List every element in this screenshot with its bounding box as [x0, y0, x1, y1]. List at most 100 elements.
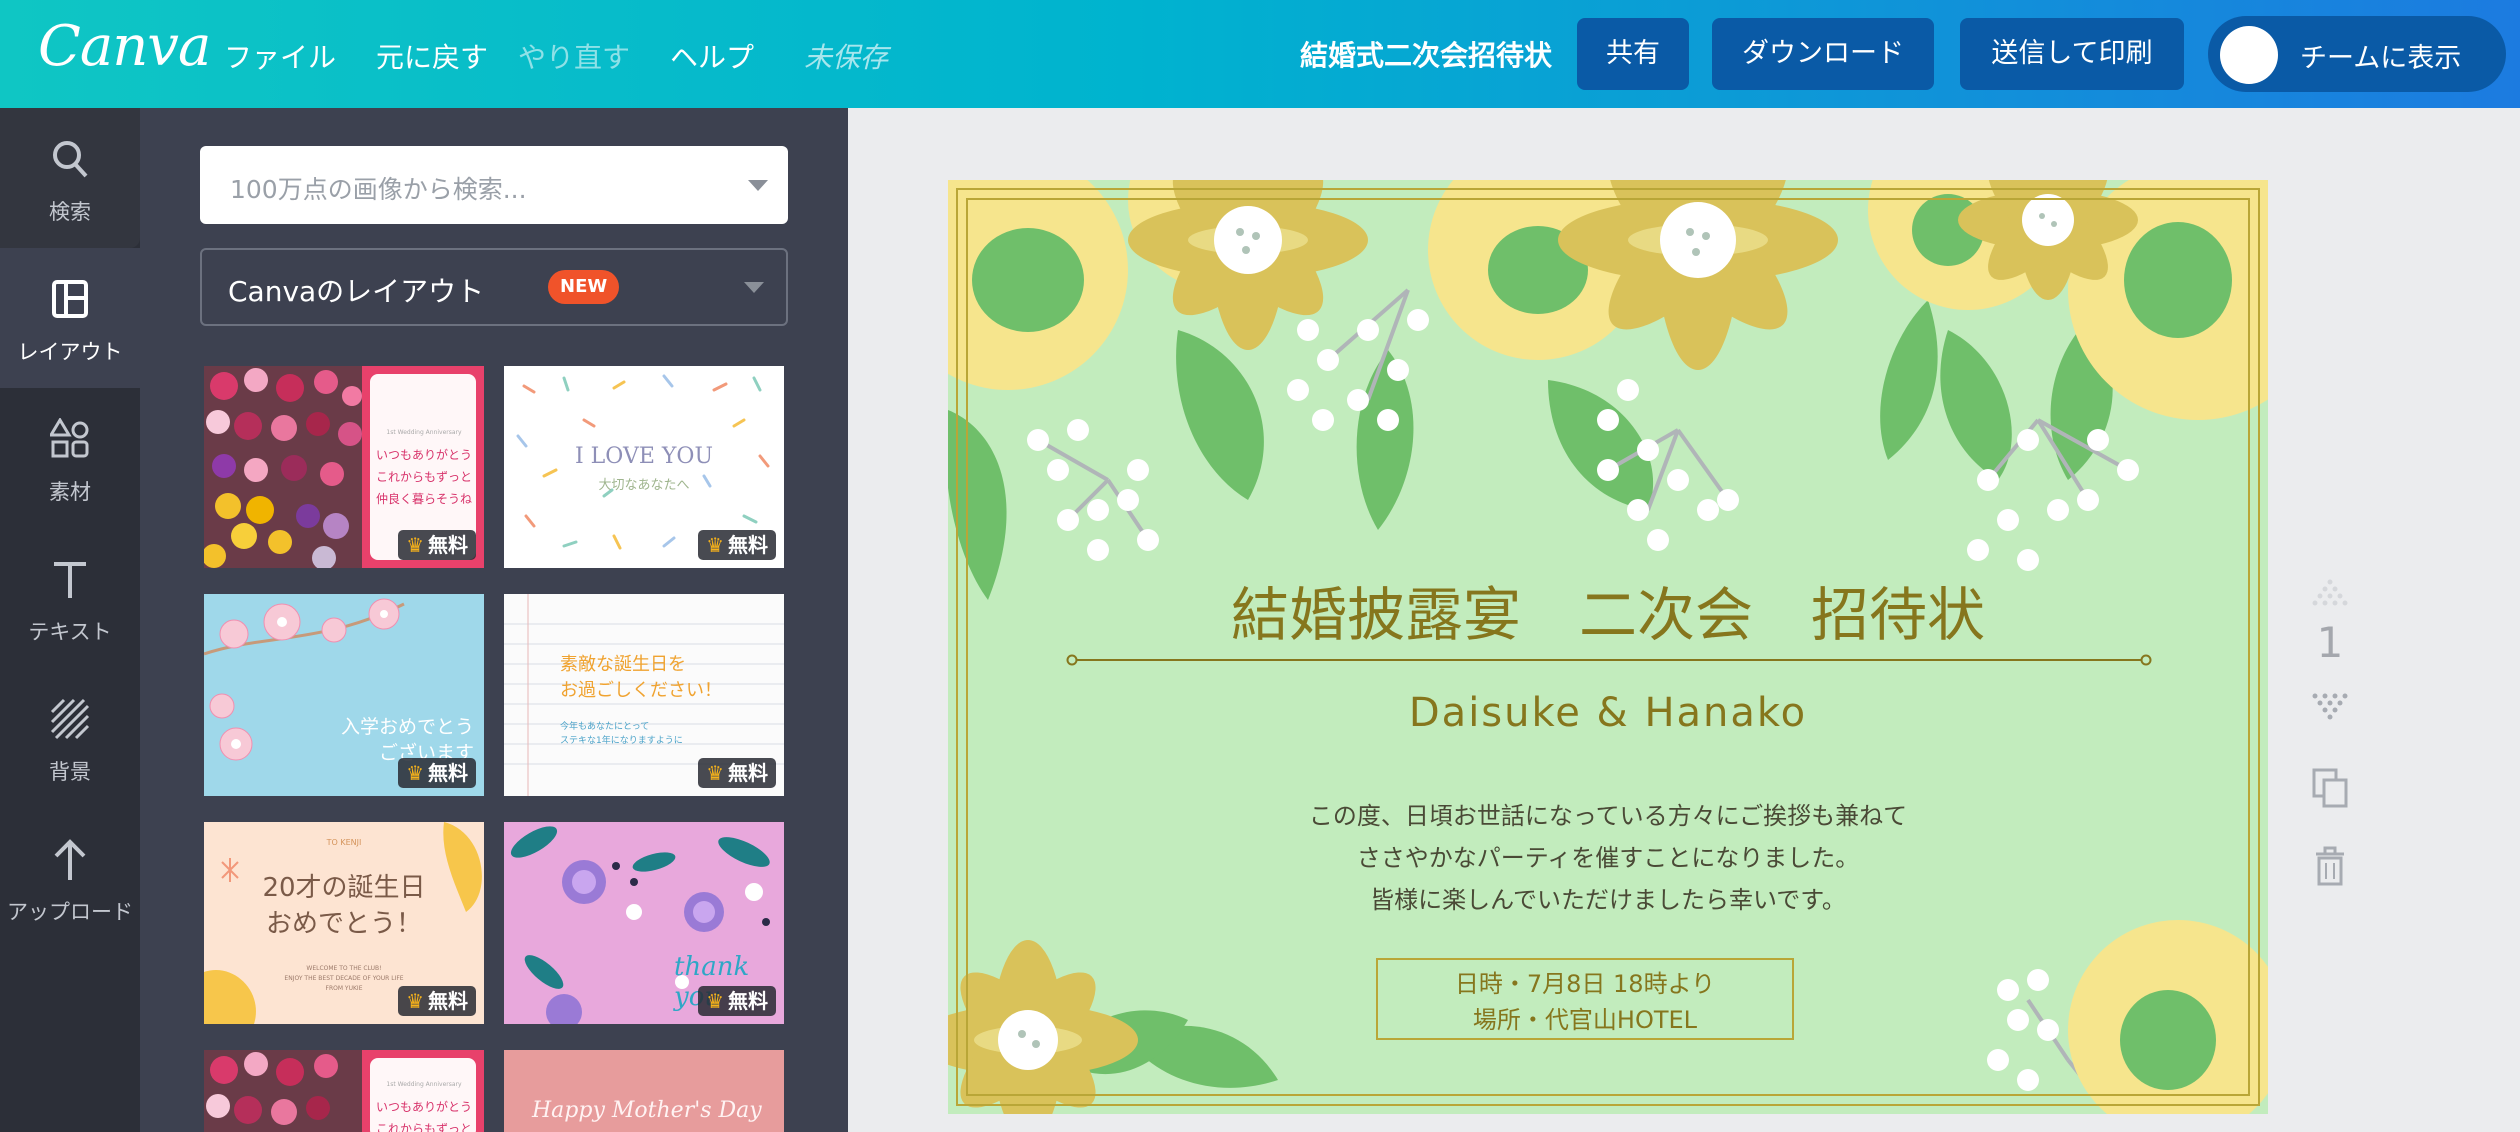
template-text-line: 仲良く暮らそうね	[375, 492, 472, 506]
sidebar-item-label: アップロード	[7, 900, 133, 924]
template-text-line: いつもありがとう	[375, 1100, 472, 1114]
crown-icon: ♛	[406, 989, 424, 1013]
free-label: 無料	[728, 533, 768, 557]
template-text-line: 今年もあなたにとって	[560, 722, 650, 732]
template-thumbnail[interactable]: 素敵な誕生日を お過ごしください！ 今年もあなたにとって ステキな1年になります…	[504, 594, 784, 796]
event-info-box[interactable]: 日時・7月8日 18時より 場所・代官山HOTEL	[1376, 958, 1794, 1040]
invitation-card[interactable]: 結婚披露宴 二次会 招待状 Daisuke & Hanako この度、日頃お世話…	[948, 180, 2268, 1114]
upload-icon	[54, 839, 86, 880]
free-label: 無料	[728, 761, 768, 785]
crown-icon: ♛	[406, 761, 424, 785]
free-badge: ♛ 無料	[698, 530, 776, 560]
template-text-line: おめでとう！	[265, 909, 422, 939]
menu-file[interactable]: ファイル	[224, 36, 336, 76]
delete-page-icon[interactable]	[2314, 846, 2346, 886]
layout-icon	[52, 280, 88, 318]
sidebar-item-layout[interactable]: レイアウト	[0, 248, 140, 388]
free-label: 無料	[428, 761, 468, 785]
elements-icon	[50, 418, 89, 458]
template-text-line: これからもずっと	[375, 1122, 472, 1132]
crown-icon: ♛	[706, 989, 724, 1013]
title-divider	[1066, 654, 2152, 666]
card-title[interactable]: 結婚披露宴 二次会 招待状	[948, 568, 2268, 652]
free-label: 無料	[428, 533, 468, 557]
template-text-line: いつもありがとう	[375, 448, 472, 462]
document-title[interactable]: 結婚式二次会招待状	[1300, 34, 1552, 74]
sidebar-item-text[interactable]: テキスト	[0, 528, 140, 668]
layout-category-select[interactable]: Canvaのレイアウト NEW	[200, 248, 788, 326]
template-text: 今年もあなたにとって ステキな1年になりますように	[560, 720, 683, 748]
toggle-knob	[2220, 26, 2278, 84]
page-up-icon[interactable]	[2310, 578, 2350, 608]
canva-logo[interactable]: Canva	[38, 14, 211, 79]
template-text-line: 20才の誕生日	[262, 873, 426, 903]
card-body-line[interactable]: ささやかなパーティを催すことになりました。	[948, 838, 2268, 873]
sidebar-item-search[interactable]: 検索	[0, 108, 140, 248]
duplicate-page-icon[interactable]	[2312, 768, 2348, 808]
template-text: 20才の誕生日 おめでとう！	[204, 870, 484, 942]
menu-help[interactable]: ヘルプ	[670, 36, 754, 76]
free-badge: ♛ 無料	[398, 530, 476, 560]
event-location: 場所・代官山HOTEL	[1472, 1006, 1698, 1034]
chevron-down-icon[interactable]	[748, 180, 768, 191]
template-text-line: 素敵な誕生日を	[560, 654, 686, 675]
crown-icon: ♛	[706, 533, 724, 557]
sidebar-item-upload[interactable]: アップロード	[0, 808, 140, 948]
template-thumbnail[interactable]: TO KENJI 20才の誕生日 おめでとう！ WELCOME TO THE C…	[204, 822, 484, 1024]
template-text-line: WELCOME TO THE CLUB!	[306, 965, 382, 972]
sidebar-rail: 検索 レイアウト 素材 テキスト 背景 アップロード	[0, 108, 140, 1132]
page-number: 1	[2316, 618, 2344, 667]
editor-canvas-area: 結婚披露宴 二次会 招待状 Daisuke & Hanako この度、日頃お世話…	[848, 108, 2520, 1132]
share-button[interactable]: 共有	[1577, 18, 1689, 90]
background-icon	[50, 698, 90, 740]
template-thumbnail[interactable]: 入学おめでとう ございます ♛ 無料	[204, 594, 484, 796]
sidebar-item-label: レイアウト	[17, 340, 123, 364]
card-body-line[interactable]: この度、日頃お世話になっている方々にご挨拶も兼ねて	[948, 796, 2268, 831]
template-text-line: 1st Wedding Anniversary	[386, 1081, 462, 1088]
download-button[interactable]: ダウンロード	[1712, 18, 1934, 90]
new-badge: NEW	[548, 270, 620, 304]
free-label: 無料	[428, 989, 468, 1013]
template-thumbnail[interactable]: 1st Wedding Anniversary いつもありがとう これからもずっ…	[204, 366, 484, 568]
free-badge: ♛ 無料	[398, 986, 476, 1016]
template-text: 1st Wedding Anniversary いつもありがとう これからもずっ…	[374, 422, 474, 510]
layout-category-label: Canvaのレイアウト	[228, 275, 485, 308]
menu-redo[interactable]: やり直す	[518, 36, 630, 76]
free-badge: ♛ 無料	[698, 758, 776, 788]
text-icon	[54, 562, 86, 598]
save-status: 未保存	[804, 41, 889, 74]
page-down-icon[interactable]	[2310, 692, 2350, 722]
sidebar-item-elements[interactable]: 素材	[0, 388, 140, 528]
card-body-line[interactable]: 皆様に楽しんでいただけましたら幸いです。	[948, 880, 2268, 915]
sidebar-item-background[interactable]: 背景	[0, 668, 140, 808]
template-text: 素敵な誕生日を お過ごしください！	[560, 652, 722, 704]
template-text-line: これからもずっと	[375, 470, 472, 484]
menu-undo[interactable]: 元に戻す	[376, 36, 488, 76]
template-text: 大切なあなたへ	[598, 478, 690, 493]
sidebar-item-label: テキスト	[28, 620, 112, 644]
search-icon	[53, 141, 88, 178]
couple-names[interactable]: Daisuke & Hanako	[948, 690, 2268, 736]
template-text: 1st Wedding Anniversary いつもありがとう これからもずっ…	[374, 1074, 474, 1132]
event-datetime: 日時・7月8日 18時より	[1454, 970, 1716, 998]
layouts-panel: 100万点の画像から検索... Canvaのレイアウト NEW 1st Wedd…	[140, 108, 848, 1132]
sidebar-item-label: 背景	[49, 760, 91, 784]
template-thumbnail[interactable]: Happy Mother's Day	[504, 1050, 784, 1132]
sidebar-item-label: 素材	[49, 480, 91, 504]
team-toggle-label: チームに表示	[2300, 43, 2462, 74]
image-search-input[interactable]: 100万点の画像から検索...	[200, 146, 788, 224]
template-thumbnail[interactable]: thank you ♛無料	[504, 822, 784, 1024]
template-text-line: ステキな1年になりますように	[560, 736, 683, 746]
team-toggle[interactable]: チームに表示	[2208, 16, 2506, 92]
template-thumbnail[interactable]: 1st Wedding Anniversary いつもありがとう これからもずっ…	[204, 1050, 484, 1132]
free-badge: ♛ 無料	[398, 758, 476, 788]
print-button[interactable]: 送信して印刷	[1960, 18, 2184, 90]
template-thumbnail[interactable]: I LOVE YOU 大切なあなたへ ♛ 無料	[504, 366, 784, 568]
template-text: Happy Mother's Day	[532, 1098, 762, 1123]
template-text: TO KENJI	[326, 838, 362, 847]
template-text: I LOVE YOU	[575, 444, 713, 469]
crown-icon: ♛	[706, 761, 724, 785]
free-label: 無料	[728, 989, 768, 1013]
template-text-line: 入学おめでとう	[340, 716, 474, 738]
template-text-line: お過ごしください！	[560, 680, 722, 701]
